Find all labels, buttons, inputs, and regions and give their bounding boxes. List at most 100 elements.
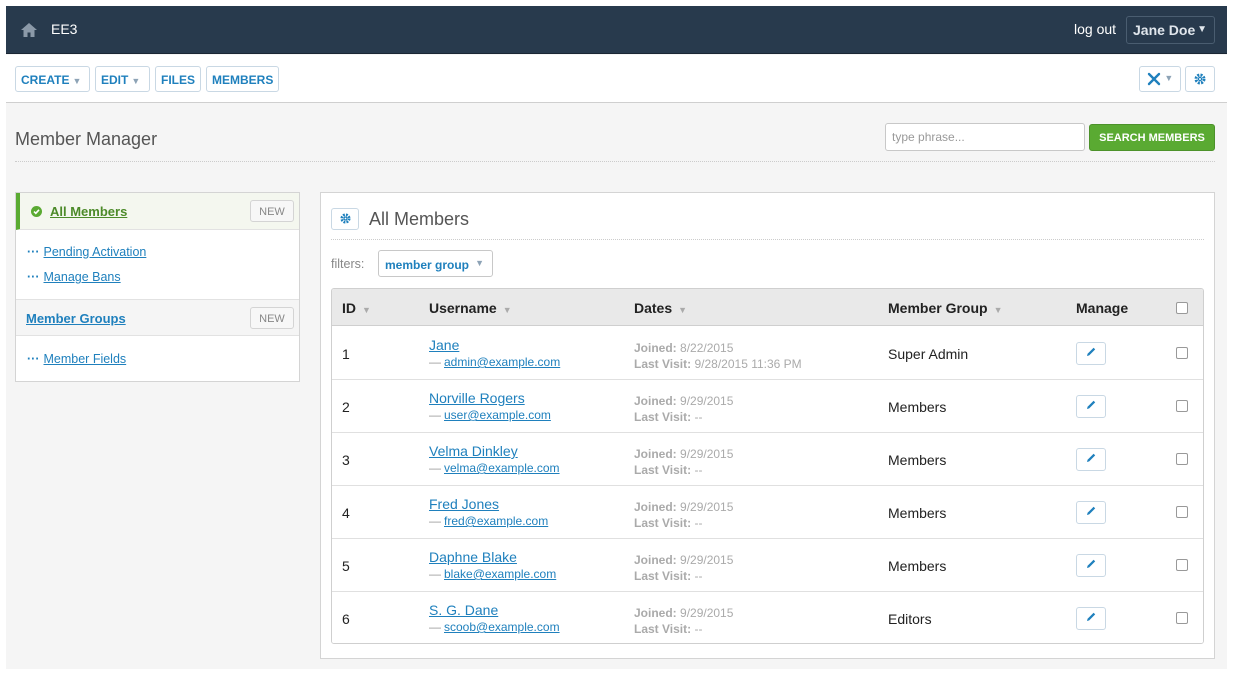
new-group-button[interactable]: NEW (250, 307, 294, 329)
gear-icon (1194, 73, 1206, 88)
member-group: Members (888, 505, 947, 521)
edit-member-button[interactable] (1076, 342, 1106, 365)
member-dates: Joined: 9/29/2015 Last Visit: -- (634, 393, 733, 425)
members-panel: All Members filters: member group ▼ ID ▼ … (320, 192, 1215, 659)
sort-icon: ▼ (678, 305, 688, 315)
filter-label: member group (385, 258, 470, 272)
new-member-button[interactable]: NEW (250, 200, 294, 222)
table-row: 6 S. G. Dane — scoob@example.com Joined: … (332, 592, 1203, 643)
email-address: admin@example.com (444, 355, 561, 369)
email-link[interactable]: — user@example.com (429, 408, 551, 422)
select-all-checkbox[interactable] (1176, 302, 1188, 314)
panel-settings-button[interactable] (331, 208, 359, 230)
pencil-icon (1085, 399, 1097, 414)
create-menu-button[interactable]: CREATE ▼ (15, 66, 90, 92)
edit-member-button[interactable] (1076, 395, 1106, 418)
last-visit-label: Last Visit: (634, 569, 692, 583)
chevron-down-icon: ▼ (475, 258, 484, 268)
dots-icon: ··· (27, 352, 40, 366)
chevron-down-icon: ▼ (72, 76, 82, 86)
last-visit-date: -- (694, 463, 703, 477)
username-link[interactable]: Velma Dinkley (429, 443, 518, 459)
member-id: 1 (342, 346, 350, 362)
search-members-button[interactable]: SEARCH MEMBERS (1089, 124, 1215, 151)
email-link[interactable]: — scoob@example.com (429, 620, 560, 634)
sidebar-item-member-groups[interactable]: Member Groups NEW (16, 299, 299, 336)
last-visit-date: -- (694, 410, 703, 424)
joined-label: Joined: (634, 553, 677, 567)
joined-label: Joined: (634, 606, 677, 620)
sort-icon: ▼ (502, 305, 512, 315)
column-header-id[interactable]: ID ▼ (342, 300, 371, 316)
sidebar: All Members NEW ··· Pending Activation ··… (15, 192, 300, 382)
row-checkbox[interactable] (1176, 400, 1188, 412)
table-row: 1 Jane — admin@example.com Joined: 8/22/2… (332, 327, 1203, 380)
settings-button[interactable] (1185, 66, 1215, 92)
username-link[interactable]: Fred Jones (429, 496, 499, 512)
sidebar-item-pending[interactable]: ··· Pending Activation (27, 245, 146, 259)
members-button[interactable]: MEMBERS (206, 66, 279, 92)
email-link[interactable]: — velma@example.com (429, 461, 560, 475)
edit-label: EDIT (101, 73, 129, 87)
user-menu-button[interactable]: Jane Doe ▼ (1126, 16, 1215, 44)
joined-label: Joined: (634, 447, 677, 461)
member-group: Editors (888, 611, 932, 627)
email-link[interactable]: — blake@example.com (429, 567, 556, 581)
home-icon[interactable] (21, 23, 37, 37)
user-name: Jane Doe (1133, 22, 1196, 38)
edit-member-button[interactable] (1076, 554, 1106, 577)
column-header-group[interactable]: Member Group ▼ (888, 300, 1003, 316)
row-checkbox[interactable] (1176, 612, 1188, 624)
top-bar: EE3 log out Jane Doe ▼ (6, 6, 1227, 54)
sidebar-item-label: Member Fields (43, 352, 127, 366)
table-row: 4 Fred Jones — fred@example.com Joined: 9… (332, 486, 1203, 539)
files-button[interactable]: FILES (155, 66, 201, 92)
column-header-dates[interactable]: Dates ▼ (634, 300, 687, 316)
member-group: Members (888, 399, 947, 415)
sidebar-item-all-members[interactable]: All Members NEW (16, 193, 299, 230)
username-link[interactable]: Norville Rogers (429, 390, 525, 406)
email-link[interactable]: — admin@example.com (429, 355, 560, 369)
sidebar-item-label: Manage Bans (43, 270, 121, 284)
chevron-down-icon: ▼ (1164, 73, 1174, 83)
dots-icon: ··· (27, 270, 40, 284)
username-link[interactable]: S. G. Dane (429, 602, 498, 618)
edit-menu-button[interactable]: EDIT ▼ (95, 66, 150, 92)
column-header-username[interactable]: Username ▼ (429, 300, 512, 316)
edit-member-button[interactable] (1076, 448, 1106, 471)
column-header-label: Username (429, 300, 497, 316)
username-link[interactable]: Daphne Blake (429, 549, 517, 565)
member-dates: Joined: 9/29/2015 Last Visit: -- (634, 499, 733, 531)
filters-label: filters: (331, 257, 365, 271)
joined-date: 9/29/2015 (680, 500, 734, 514)
member-id: 5 (342, 558, 350, 574)
sidebar-item-member-fields[interactable]: ··· Member Fields (27, 352, 126, 366)
panel-title: All Members (369, 209, 470, 229)
logout-link[interactable]: log out (1074, 21, 1116, 37)
column-header-manage: Manage (1076, 300, 1129, 316)
last-visit-date: -- (694, 516, 703, 530)
row-checkbox[interactable] (1176, 347, 1188, 359)
row-checkbox[interactable] (1176, 559, 1188, 571)
check-circle-icon (31, 206, 42, 217)
members-table: ID ▼ Username ▼ Dates ▼ Member Group ▼ Manag… (331, 288, 1204, 644)
site-name[interactable]: EE3 (51, 21, 77, 37)
table-row: 2 Norville Rogers — user@example.com Join… (332, 380, 1203, 433)
last-visit-date: -- (694, 569, 703, 583)
column-header-label: Member Group (888, 300, 988, 316)
pencil-icon (1085, 346, 1097, 361)
member-group: Members (888, 452, 947, 468)
search-input[interactable] (885, 123, 1085, 151)
username-link[interactable]: Jane (429, 337, 459, 353)
pencil-icon (1085, 558, 1097, 573)
member-group-filter[interactable]: member group ▼ (378, 250, 493, 277)
row-checkbox[interactable] (1176, 453, 1188, 465)
edit-member-button[interactable] (1076, 607, 1106, 630)
sidebar-item-label: Pending Activation (43, 245, 147, 259)
tools-menu-button[interactable]: ▼ (1139, 66, 1181, 92)
sidebar-item-bans[interactable]: ··· Manage Bans (27, 270, 121, 284)
edit-member-button[interactable] (1076, 501, 1106, 524)
row-checkbox[interactable] (1176, 506, 1188, 518)
tools-icon (1147, 72, 1165, 89)
email-link[interactable]: — fred@example.com (429, 514, 548, 528)
